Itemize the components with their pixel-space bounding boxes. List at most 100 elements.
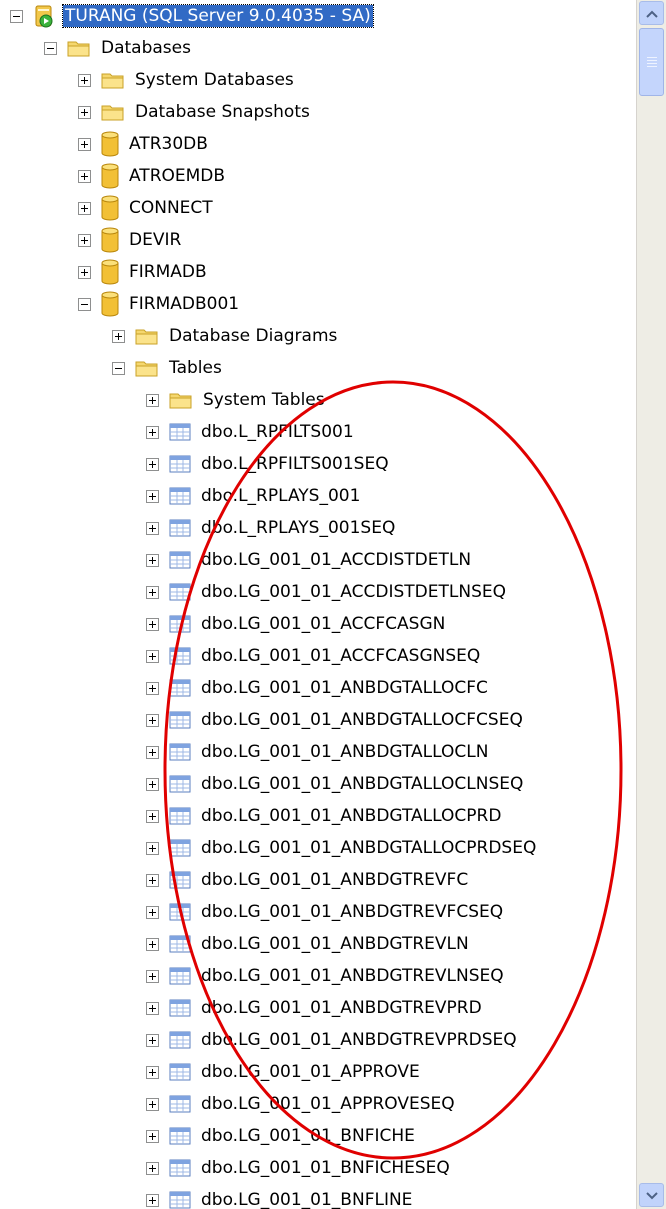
tree-node[interactable]: dbo.LG_001_01_BNFICHESEQ (146, 1152, 452, 1184)
tree-node-label[interactable]: Databases (99, 37, 193, 59)
tree-node-label[interactable]: System Tables (201, 389, 327, 411)
tree-node[interactable]: dbo.LG_001_01_ANBDGTALLOCLNSEQ (146, 768, 525, 800)
tree-node-label[interactable]: dbo.LG_001_01_ANBDGTREVLN (199, 933, 471, 955)
expand-icon[interactable] (146, 1161, 159, 1175)
tree-node[interactable]: dbo.LG_001_01_ANBDGTALLOCLN (146, 736, 490, 768)
tree-node[interactable]: System Tables (146, 384, 327, 416)
tree-node-label[interactable]: dbo.LG_001_01_ACCFCASGN (199, 613, 447, 635)
collapse-icon[interactable] (78, 297, 91, 311)
tree-node-label[interactable]: dbo.L_RPLAYS_001 (199, 485, 362, 507)
tree-node[interactable]: FIRMADB (78, 256, 209, 288)
tree-node[interactable]: dbo.LG_001_01_ANBDGTALLOCFCSEQ (146, 704, 525, 736)
tree-node-label[interactable]: Tables (167, 357, 224, 379)
tree-node-label[interactable]: dbo.L_RPFILTS001 (199, 421, 356, 443)
tree-node-label[interactable]: dbo.LG_001_01_ANBDGTALLOCPRD (199, 805, 503, 827)
tree-node[interactable]: dbo.LG_001_01_ANBDGTALLOCFC (146, 672, 490, 704)
tree-node-label[interactable]: dbo.LG_001_01_ANBDGTALLOCLN (199, 741, 490, 763)
expand-icon[interactable] (78, 233, 91, 247)
expand-icon[interactable] (78, 137, 91, 151)
tree-node-label[interactable]: dbo.LG_001_01_BNFICHESEQ (199, 1157, 452, 1179)
tree-node[interactable]: dbo.LG_001_01_ANBDGTALLOCPRDSEQ (146, 832, 538, 864)
tree-node[interactable]: dbo.L_RPFILTS001 (146, 416, 356, 448)
tree-node[interactable]: Tables (112, 352, 224, 384)
tree-node[interactable]: Database Snapshots (78, 96, 312, 128)
expand-icon[interactable] (146, 969, 159, 983)
tree-node[interactable]: FIRMADB001 (78, 288, 241, 320)
tree-node-label[interactable]: dbo.LG_001_01_ANBDGTALLOCFC (199, 677, 490, 699)
tree-node-label[interactable]: ATROEMDB (127, 165, 227, 187)
tree-node[interactable]: dbo.LG_001_01_APPROVE (146, 1056, 422, 1088)
expand-icon[interactable] (146, 713, 159, 727)
tree-node-label[interactable]: dbo.LG_001_01_BNFLINE (199, 1189, 414, 1209)
tree-node-label[interactable]: dbo.LG_001_01_ANBDGTREVFC (199, 869, 470, 891)
tree-node-label[interactable]: dbo.LG_001_01_ANBDGTALLOCFCSEQ (199, 709, 525, 731)
expand-icon[interactable] (146, 585, 159, 599)
expand-icon[interactable] (146, 457, 159, 471)
tree-node-label[interactable]: dbo.LG_001_01_APPROVE (199, 1061, 422, 1083)
expand-icon[interactable] (146, 1097, 159, 1111)
expand-icon[interactable] (146, 809, 159, 823)
tree-node[interactable]: Databases (44, 32, 193, 64)
tree-node[interactable]: dbo.L_RPLAYS_001 (146, 480, 362, 512)
expand-icon[interactable] (146, 393, 159, 407)
tree-node[interactable]: dbo.L_RPLAYS_001SEQ (146, 512, 397, 544)
expand-icon[interactable] (146, 1193, 159, 1207)
tree-node[interactable]: dbo.LG_001_01_ACCDISTDETLN (146, 544, 473, 576)
expand-icon[interactable] (78, 105, 91, 119)
collapse-icon[interactable] (44, 41, 57, 55)
tree-node[interactable]: dbo.LG_001_01_ANBDGTREVFC (146, 864, 470, 896)
tree-node[interactable]: dbo.LG_001_01_ANBDGTREVLN (146, 928, 471, 960)
expand-icon[interactable] (146, 649, 159, 663)
tree-node-label[interactable]: dbo.LG_001_01_ANBDGTREVLNSEQ (199, 965, 506, 987)
tree-node[interactable]: Database Diagrams (112, 320, 339, 352)
scroll-up-button[interactable] (639, 1, 664, 25)
expand-icon[interactable] (146, 905, 159, 919)
expand-icon[interactable] (146, 425, 159, 439)
tree-node[interactable]: dbo.LG_001_01_ACCFCASGNSEQ (146, 640, 482, 672)
tree-node-label[interactable]: dbo.LG_001_01_ANBDGTREVPRDSEQ (199, 1029, 519, 1051)
expand-icon[interactable] (146, 1033, 159, 1047)
expand-icon[interactable] (146, 1065, 159, 1079)
expand-icon[interactable] (78, 265, 91, 279)
tree-node[interactable]: dbo.LG_001_01_BNFICHE (146, 1120, 417, 1152)
expand-icon[interactable] (146, 873, 159, 887)
tree-node[interactable]: dbo.L_RPFILTS001SEQ (146, 448, 391, 480)
tree-node-label[interactable]: dbo.LG_001_01_ACCDISTDETLNSEQ (199, 581, 508, 603)
expand-icon[interactable] (146, 777, 159, 791)
tree-node[interactable]: dbo.LG_001_01_APPROVESEQ (146, 1088, 457, 1120)
collapse-icon[interactable] (112, 361, 125, 375)
collapse-icon[interactable] (10, 9, 23, 23)
scroll-thumb[interactable] (639, 28, 664, 96)
expand-icon[interactable] (146, 1001, 159, 1015)
expand-icon[interactable] (146, 489, 159, 503)
expand-icon[interactable] (146, 617, 159, 631)
expand-icon[interactable] (146, 841, 159, 855)
tree-node-label[interactable]: Database Snapshots (133, 101, 312, 123)
tree-node[interactable]: dbo.LG_001_01_ANBDGTREVPRDSEQ (146, 1024, 519, 1056)
scroll-down-button[interactable] (639, 1183, 664, 1207)
tree-node-label[interactable]: System Databases (133, 69, 296, 91)
expand-icon[interactable] (146, 1129, 159, 1143)
tree-node[interactable]: System Databases (78, 64, 296, 96)
tree-node-label[interactable]: TURANG (SQL Server 9.0.4035 - SA) (62, 4, 374, 28)
expand-icon[interactable] (78, 201, 91, 215)
tree-node-label[interactable]: dbo.LG_001_01_ANBDGTREVPRD (199, 997, 484, 1019)
tree-node-label[interactable]: dbo.L_RPLAYS_001SEQ (199, 517, 397, 539)
tree-node[interactable]: TURANG (SQL Server 9.0.4035 - SA) (10, 0, 374, 32)
expand-icon[interactable] (78, 73, 91, 87)
tree-node-label[interactable]: ATR30DB (127, 133, 210, 155)
expand-icon[interactable] (112, 329, 125, 343)
expand-icon[interactable] (146, 745, 159, 759)
tree-node[interactable]: dbo.LG_001_01_ANBDGTALLOCPRD (146, 800, 503, 832)
tree-node-label[interactable]: dbo.L_RPFILTS001SEQ (199, 453, 391, 475)
tree-node-label[interactable]: DEVIR (127, 229, 183, 251)
expand-icon[interactable] (146, 937, 159, 951)
tree-node-label[interactable]: CONNECT (127, 197, 215, 219)
expand-icon[interactable] (146, 521, 159, 535)
tree-node-label[interactable]: dbo.LG_001_01_ACCDISTDETLN (199, 549, 473, 571)
tree-node[interactable]: CONNECT (78, 192, 215, 224)
tree-node-label[interactable]: dbo.LG_001_01_ANBDGTALLOCLNSEQ (199, 773, 525, 795)
vertical-scrollbar[interactable] (636, 0, 666, 1209)
expand-icon[interactable] (146, 681, 159, 695)
tree-node-label[interactable]: dbo.LG_001_01_ANBDGTALLOCPRDSEQ (199, 837, 538, 859)
